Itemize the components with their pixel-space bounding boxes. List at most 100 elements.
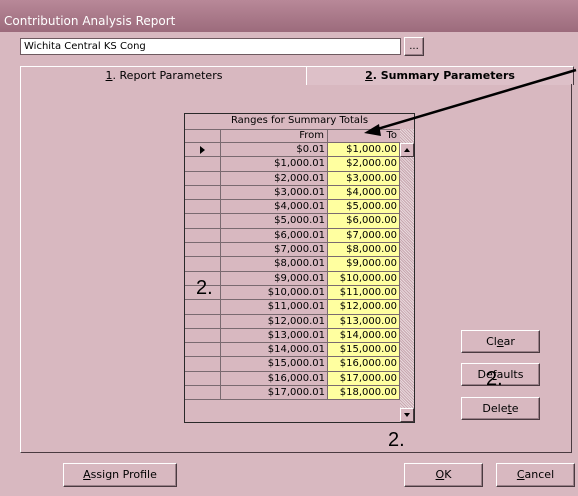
row-indicator[interactable]	[185, 386, 221, 401]
table-row[interactable]: $8,000.01 $9,000.00	[185, 257, 400, 272]
to-cell[interactable]: $9,000.00	[328, 257, 400, 272]
row-indicator[interactable]	[185, 157, 221, 172]
row-indicator[interactable]	[185, 200, 221, 215]
arrow-up-icon	[404, 148, 410, 152]
from-cell[interactable]: $3,000.01	[221, 185, 328, 201]
from-cell[interactable]: $16,000.01	[221, 371, 328, 387]
grid-title: Ranges for Summary Totals	[185, 114, 414, 130]
to-cell[interactable]: $13,000.00	[328, 314, 400, 329]
table-row[interactable]: $17,000.01 $18,000.00	[185, 386, 400, 401]
browse-congregation-button[interactable]: ...	[404, 37, 424, 56]
from-cell[interactable]: $7,000.01	[221, 243, 328, 258]
table-row[interactable]: $7,000.01 $8,000.00	[185, 243, 400, 258]
table-row[interactable]: $4,000.01 $5,000.00	[185, 200, 400, 215]
table-row[interactable]: $15,000.01 $16,000.00	[185, 357, 400, 372]
row-indicator[interactable]	[185, 185, 221, 201]
from-cell[interactable]: $12,000.01	[221, 314, 328, 329]
to-cell[interactable]: $5,000.00	[328, 200, 400, 215]
row-indicator[interactable]	[185, 257, 221, 272]
row-indicator[interactable]	[185, 328, 221, 344]
to-cell[interactable]: $8,000.00	[328, 243, 400, 258]
delete-button[interactable]: Delete	[461, 397, 540, 420]
table-row[interactable]: $12,000.01 $13,000.00	[185, 314, 400, 329]
row-indicator[interactable]	[185, 171, 221, 186]
row-indicator[interactable]	[185, 243, 221, 258]
row-indicator[interactable]	[185, 343, 221, 358]
from-cell[interactable]: $4,000.01	[221, 200, 328, 215]
from-cell[interactable]: $13,000.01	[221, 328, 328, 344]
annotation-label: 2.	[196, 277, 213, 299]
scroll-down-button[interactable]	[400, 408, 414, 422]
ranges-grid[interactable]: Ranges for Summary Totals From To $0.01 $…	[184, 113, 415, 423]
from-cell[interactable]: $0.01	[221, 143, 328, 158]
row-indicator[interactable]	[185, 214, 221, 229]
from-cell[interactable]: $14,000.01	[221, 343, 328, 358]
row-indicator[interactable]	[185, 228, 221, 244]
table-row[interactable]: $5,000.01 $6,000.00	[185, 214, 400, 229]
cancel-post: ancel	[524, 468, 555, 481]
to-cell[interactable]: $4,000.00	[328, 185, 400, 201]
row-indicator[interactable]	[185, 371, 221, 387]
from-cell[interactable]: $11,000.01	[221, 300, 328, 315]
to-cell[interactable]: $18,000.00	[328, 386, 400, 401]
tab-summary-parameters[interactable]: 2. Summary Parameters	[306, 66, 574, 85]
assign-profile-button[interactable]: Assign Profile	[63, 463, 177, 487]
row-indicator-header	[185, 129, 221, 143]
table-row[interactable]: $10,000.01 $11,000.00	[185, 285, 400, 301]
to-cell[interactable]: $3,000.00	[328, 171, 400, 186]
to-cell[interactable]: $16,000.00	[328, 357, 400, 372]
to-cell[interactable]: $10,000.00	[328, 271, 400, 286]
to-cell[interactable]: $15,000.00	[328, 343, 400, 358]
to-cell[interactable]: $12,000.00	[328, 300, 400, 315]
from-cell[interactable]: $15,000.01	[221, 357, 328, 372]
to-column-header[interactable]: To	[328, 129, 400, 143]
row-indicator[interactable]	[185, 314, 221, 329]
tab-report-parameters[interactable]: 1. Report Parameters	[20, 66, 308, 85]
delete-post: e	[511, 402, 519, 415]
delete-pre: Dele	[482, 402, 508, 415]
ok-post: K	[444, 468, 452, 481]
to-cell[interactable]: $6,000.00	[328, 214, 400, 229]
table-row[interactable]: $9,000.01 $10,000.00	[185, 271, 400, 286]
clear-hotkey: e	[496, 335, 504, 348]
from-cell[interactable]: $17,000.01	[221, 386, 328, 401]
arrow-down-icon	[404, 413, 410, 417]
to-cell[interactable]: $7,000.00	[328, 228, 400, 244]
table-row[interactable]: $2,000.01 $3,000.00	[185, 171, 400, 186]
cancel-button[interactable]: Cancel	[496, 463, 575, 487]
to-cell[interactable]: $2,000.00	[328, 157, 400, 172]
from-cell[interactable]: $1,000.01	[221, 157, 328, 172]
scroll-up-button[interactable]	[400, 143, 414, 157]
tab-summary-hotkey: 2	[365, 69, 373, 82]
from-cell[interactable]: $9,000.01	[221, 271, 328, 286]
row-indicator[interactable]	[185, 300, 221, 315]
table-row[interactable]: $14,000.01 $15,000.00	[185, 343, 400, 358]
ok-button[interactable]: OK	[404, 463, 483, 487]
assign-post: ssign Profile	[90, 468, 157, 481]
from-cell[interactable]: $6,000.01	[221, 228, 328, 244]
table-row[interactable]: $0.01 $1,000.00	[185, 143, 400, 158]
row-indicator[interactable]	[185, 357, 221, 372]
to-cell[interactable]: $17,000.00	[328, 371, 400, 387]
table-row[interactable]: $6,000.01 $7,000.00	[185, 228, 400, 244]
current-row-icon	[200, 146, 205, 154]
row-indicator[interactable]	[185, 143, 221, 158]
table-row[interactable]: $1,000.01 $2,000.00	[185, 157, 400, 172]
from-cell[interactable]: $10,000.01	[221, 285, 328, 301]
congregation-field[interactable]: Wichita Central KS Cong	[20, 38, 401, 55]
tab-report-hotkey: 1	[105, 69, 113, 82]
from-cell[interactable]: $5,000.01	[221, 214, 328, 229]
to-cell[interactable]: $1,000.00	[328, 143, 400, 158]
from-column-header[interactable]: From	[221, 129, 328, 143]
table-row[interactable]: $11,000.01 $12,000.00	[185, 300, 400, 315]
table-row[interactable]: $13,000.01 $14,000.00	[185, 328, 400, 344]
table-row[interactable]: $16,000.01 $17,000.00	[185, 371, 400, 387]
to-cell[interactable]: $11,000.00	[328, 285, 400, 301]
to-cell[interactable]: $14,000.00	[328, 328, 400, 344]
from-cell[interactable]: $2,000.01	[221, 171, 328, 186]
clear-button[interactable]: Clear	[461, 330, 540, 353]
table-row[interactable]: $3,000.01 $4,000.00	[185, 185, 400, 201]
from-cell[interactable]: $8,000.01	[221, 257, 328, 272]
clear-pre: Cl	[486, 335, 497, 348]
grid-vertical-scrollbar[interactable]	[400, 129, 414, 422]
